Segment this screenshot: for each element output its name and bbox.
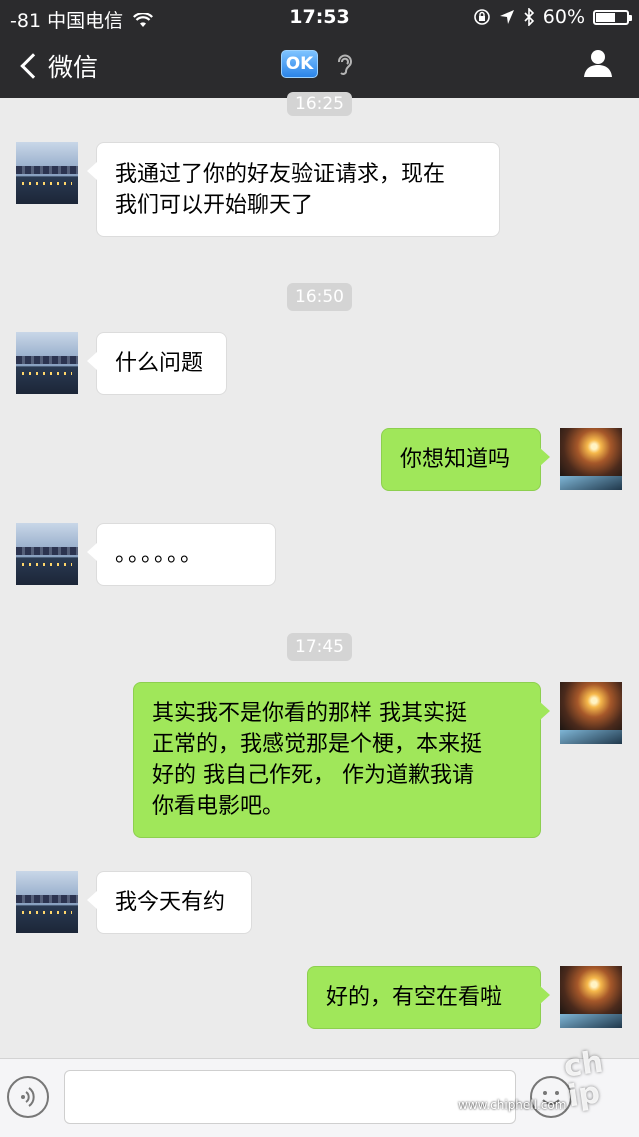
voice-icon	[21, 1087, 35, 1107]
watermark-url: www.chiphell.com	[458, 1098, 567, 1112]
message-text: 你想知道吗	[400, 447, 511, 472]
person-icon	[584, 50, 612, 77]
timestamp: 16:25	[287, 92, 352, 116]
chat-title: OK	[0, 50, 639, 78]
message-text: 你看电影吧。	[152, 794, 285, 819]
battery-percent: 60%	[542, 6, 585, 28]
message-text: 我们可以开始聊天了	[115, 192, 314, 218]
voice-input-button[interactable]	[7, 1076, 49, 1118]
timestamp: 17:45	[287, 633, 352, 661]
message-text: 好的，有空在看啦	[326, 985, 503, 1010]
message-input[interactable]	[64, 1070, 516, 1124]
message-text: 什么问题	[115, 351, 204, 376]
message-bubble-outgoing[interactable]: 你想知道吗	[381, 428, 550, 491]
contact-avatar[interactable]	[16, 142, 78, 204]
message-text: 。。。。。。	[115, 542, 205, 567]
message-bubble-outgoing[interactable]: 其实我不是你看的那样 我其实挺 正常的，我感觉那是个梗，本来挺 好的 我自己作死…	[133, 682, 550, 838]
message-bubble-outgoing[interactable]: 好的，有空在看啦	[307, 966, 550, 1029]
message-bubble-incoming[interactable]: 什么问题	[87, 332, 227, 395]
earpiece-mode-icon	[338, 54, 353, 75]
ok-emoji-icon: OK	[280, 50, 319, 78]
status-bar: -81 中国电信 17:53 60%	[0, 0, 639, 34]
message-bubble-incoming[interactable]: 我通过了你的好友验证请求，现在 我们可以开始聊天了	[87, 142, 500, 237]
message-text: 其实我不是你看的那样 我其实挺	[152, 701, 467, 726]
message-bubble-incoming[interactable]: 。。。。。。	[87, 523, 276, 586]
message-bubble-incoming[interactable]: 我今天有约	[87, 871, 252, 934]
contact-avatar[interactable]	[16, 523, 78, 585]
message-text: 好的 我自己作死， 作为道歉我请	[152, 763, 474, 788]
bluetooth-icon	[524, 8, 534, 26]
my-avatar[interactable]	[560, 428, 622, 490]
message-text: 正常的，我感觉那是个梗，本来挺	[152, 732, 483, 757]
location-arrow-icon	[499, 10, 514, 24]
contact-avatar[interactable]	[16, 871, 78, 933]
message-text: 我今天有约	[115, 890, 226, 915]
message-text: 我通过了你的好友验证请求，现在	[115, 161, 446, 187]
battery-icon	[593, 9, 632, 25]
nav-bar: 微信 OK	[0, 34, 639, 98]
contact-avatar[interactable]	[16, 332, 78, 394]
timestamp: 16:50	[287, 283, 352, 311]
watermark-logo: ch ip	[561, 1044, 606, 1115]
status-icons: 60%	[473, 6, 632, 28]
chat-info-button[interactable]	[583, 48, 613, 82]
my-avatar[interactable]	[560, 966, 622, 1028]
my-avatar[interactable]	[560, 682, 622, 744]
orientation-lock-icon	[473, 9, 490, 25]
